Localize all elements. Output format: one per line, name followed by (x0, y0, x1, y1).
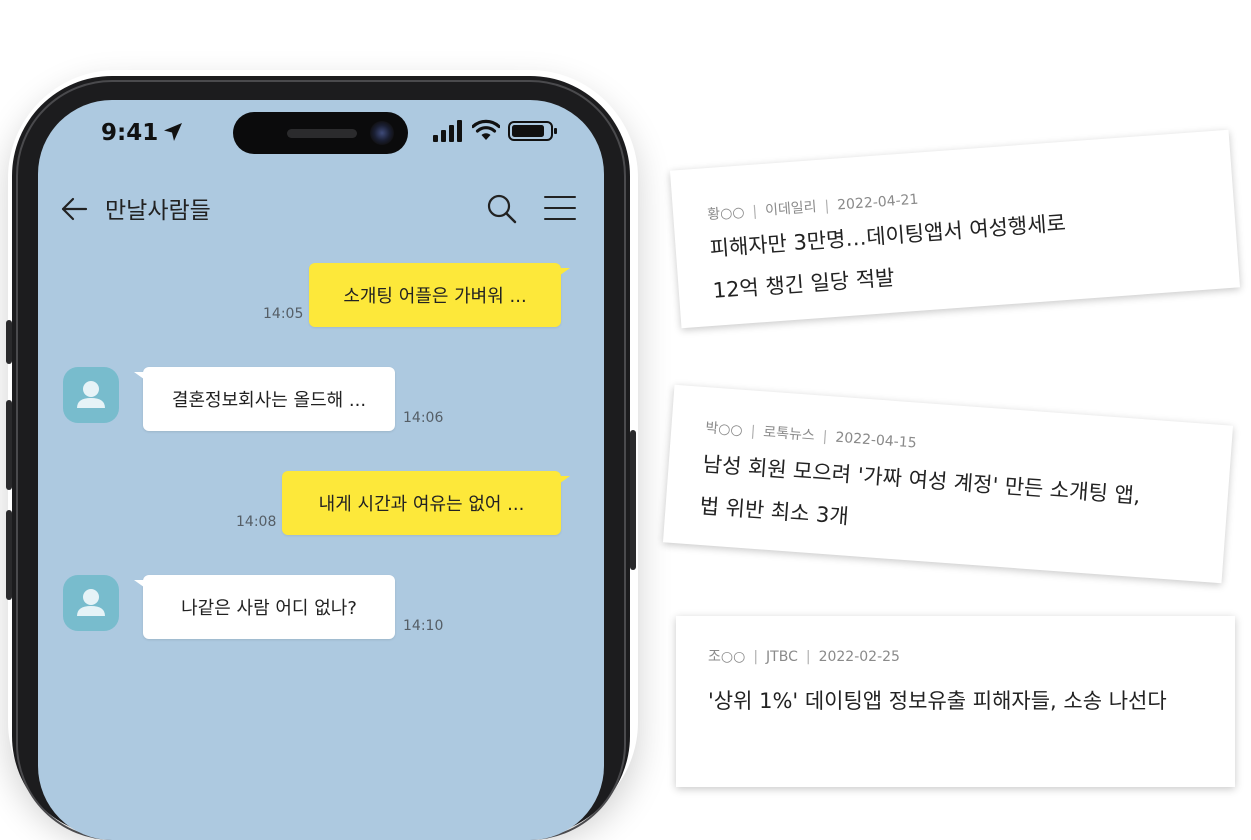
news-outlet: JTBC (766, 649, 798, 665)
other-message-bubble[interactable]: 나같은 사람 어디 없나? (134, 575, 395, 639)
news-date: 2022-04-21 (836, 191, 919, 214)
message-time: 14:05 (263, 306, 304, 322)
news-headline: 남성 회원 모으려 '가짜 여성 계정' 만든 소개팅 앱, 법 위반 최소 3… (698, 443, 1142, 559)
back-arrow-icon[interactable] (60, 195, 88, 223)
person-icon (77, 381, 105, 408)
search-icon[interactable] (486, 193, 518, 225)
message-time: 14:06 (403, 410, 444, 426)
camera-icon (370, 121, 394, 145)
phone-power-button (630, 430, 636, 570)
headline-line: '상위 1%' 데이팅앱 정보유출 피해자들, 소송 나선다 (708, 689, 1167, 713)
dynamic-island (233, 112, 408, 154)
news-date: 2022-04-15 (834, 429, 918, 452)
message-time: 14:10 (403, 618, 444, 634)
signal-icon (433, 120, 462, 142)
news-author: 황○○ (706, 204, 746, 224)
avatar[interactable] (63, 575, 119, 631)
other-message-bubble[interactable]: 결혼정보회사는 올드해 ... (134, 367, 395, 431)
message-text: 나같은 사람 어디 없나? (181, 598, 357, 619)
wifi-icon (472, 119, 500, 140)
news-author: 박○○ (704, 420, 744, 439)
status-time: 9:41 (101, 120, 159, 146)
message-text: 소개팅 어플은 가벼워 ... (343, 286, 527, 307)
news-card[interactable]: 황○○ | 이데일리 | 2022-04-21 피해자만 3만명…데이팅앱서 여성행세로… (669, 129, 1241, 329)
news-outlet: 로톡뉴스 (762, 424, 816, 445)
location-arrow-icon (164, 123, 182, 141)
news-card[interactable]: 박○○ | 로톡뉴스 | 2022-04-15 남성 회원 모으려 '가짜 여성 계정'… (662, 384, 1234, 584)
island-speaker (287, 129, 357, 138)
avatar[interactable] (63, 367, 119, 423)
battery-icon (508, 121, 557, 141)
phone-screen: 9:41 만날사람들 14:05 소개팅 어플은 가벼워 ... 결혼정보회사는… (38, 100, 604, 840)
news-card[interactable]: 조○○ | JTBC | 2022-02-25 '상위 1%' 데이팅앱 정보유출 피해… (676, 616, 1235, 787)
my-message-bubble[interactable]: 내게 시간과 여유는 없어 ... (282, 471, 570, 535)
news-author: 조○○ (708, 649, 746, 665)
my-message-bubble[interactable]: 소개팅 어플은 가벼워 ... (309, 263, 570, 327)
message-time: 14:08 (236, 514, 277, 530)
hamburger-menu-icon[interactable] (544, 194, 576, 222)
news-meta: 조○○ | JTBC | 2022-02-25 (708, 649, 900, 665)
news-date: 2022-02-25 (818, 649, 900, 665)
person-icon (77, 589, 105, 616)
message-text: 내게 시간과 여유는 없어 ... (318, 494, 525, 515)
message-text: 결혼정보회사는 올드해 ... (171, 390, 367, 411)
news-outlet: 이데일리 (764, 199, 818, 219)
news-headline: '상위 1%' 데이팅앱 정보유출 피해자들, 소송 나선다 (708, 680, 1167, 722)
chat-room-title: 만날사람들 (105, 198, 211, 224)
